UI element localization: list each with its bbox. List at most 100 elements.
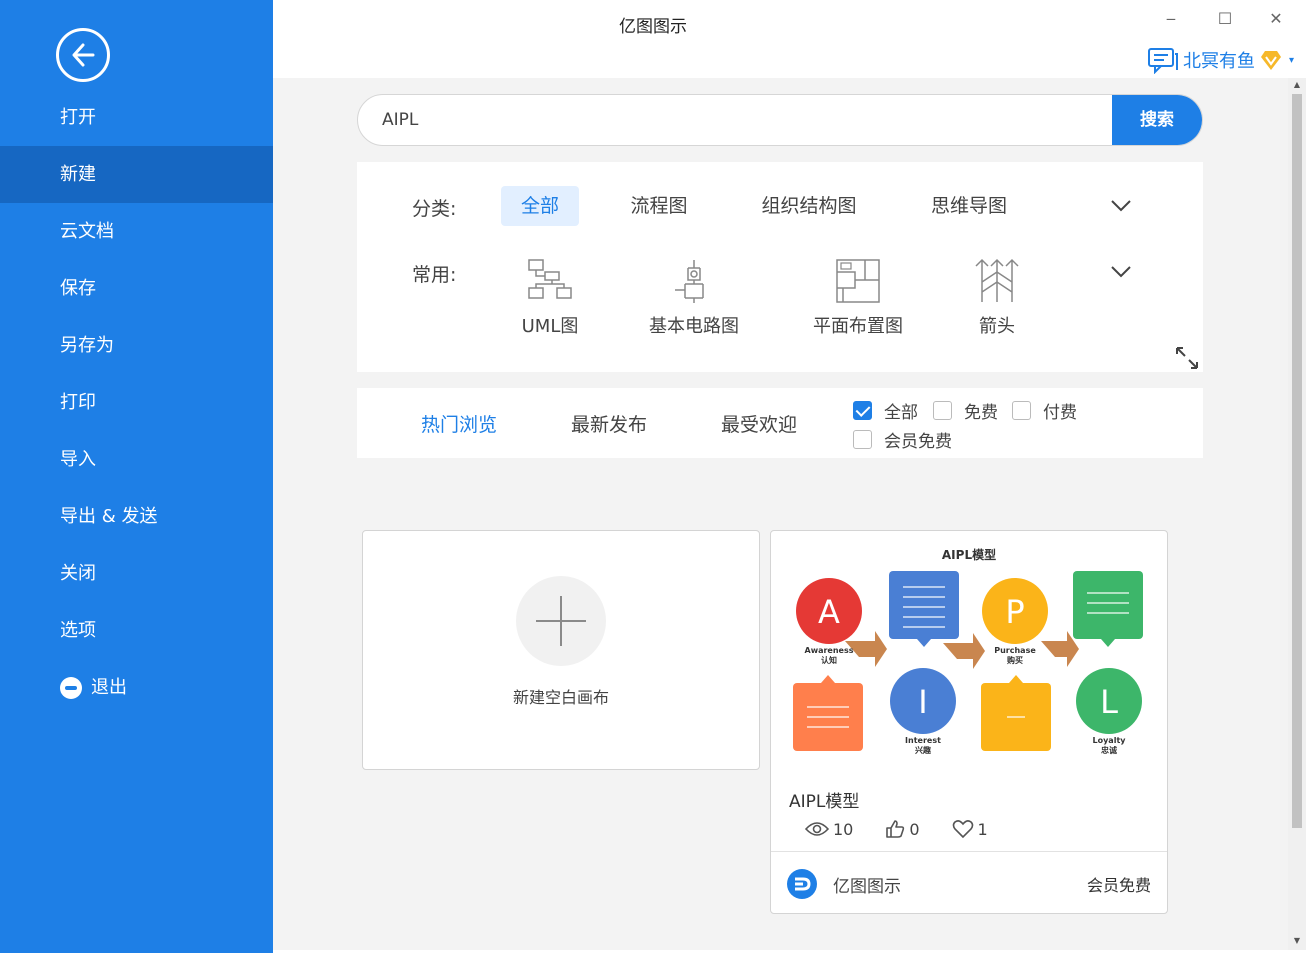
thumb-title: AIPL模型 [942,547,996,562]
search-input[interactable] [358,95,1114,145]
checkbox-label: 全部 [884,403,918,423]
common-item-uml[interactable]: UML图 [513,258,587,338]
maximize-button[interactable]: ☐ [1213,8,1237,30]
scroll-thumb[interactable] [1292,94,1302,828]
checkbox-paid[interactable]: 付费 [1012,398,1077,423]
sort-tab-newest[interactable]: 最新发布 [571,410,647,437]
filter-panel: 分类: 全部 流程图 组织结构图 思维导图 常用: UML图 基本电路图 平面布… [357,162,1203,372]
common-label: 常用: [412,264,457,286]
sidebar-item-save-as[interactable]: 另存为 [0,317,273,374]
template-thumbnail: AIPL模型 A I P L Awareness 认知 Interest 兴趣 … [793,547,1143,755]
category-mind-map[interactable]: 思维导图 [919,186,1019,226]
sidebar-item-label: 导出 & 发送 [60,506,158,527]
new-blank-canvas-label: 新建空白画布 [512,688,609,707]
sidebar-item-label: 打印 [60,392,96,413]
search-bar: 搜索 [357,94,1203,146]
thumb-box-loyalty-desc [1073,571,1143,639]
checkbox-label: 会员免费 [884,432,952,452]
author-name[interactable]: 亿图图示 [833,872,901,897]
svg-text:Interest: Interest [905,736,941,745]
svg-text:Purchase: Purchase [994,646,1036,655]
likes-count: 0 [909,819,920,839]
common-item-floor-plan[interactable]: 平面布置图 [803,258,913,338]
sidebar: 打开 新建 云文档 保存 另存为 打印 导入 导出 & 发送 关闭 选项 退出 [0,0,273,953]
search-button[interactable]: 搜索 [1112,95,1202,145]
views-stat: 10 [805,820,853,839]
svg-text:认知: 认知 [821,655,837,665]
favorites-count: 1 [977,819,988,839]
sidebar-item-export-send[interactable]: 导出 & 发送 [0,488,273,545]
user-name[interactable]: 北冥有鱼 [1183,47,1255,73]
common-item-label: 平面布置图 [813,316,903,337]
chevron-down-icon[interactable]: ▾ [1289,55,1294,66]
heart-icon [952,820,973,839]
vertical-scrollbar[interactable]: ▲ ▼ [1288,78,1306,950]
chevron-down-icon[interactable] [1111,266,1131,278]
expand-icon[interactable] [1175,346,1199,370]
svg-text:兴趣: 兴趣 [915,745,932,755]
sidebar-item-label: 退出 [91,677,127,698]
plus-icon [516,576,606,666]
sidebar-item-new[interactable]: 新建 [0,146,273,203]
checkbox-unchecked[interactable] [853,430,872,449]
checkbox-unchecked[interactable] [933,401,952,420]
svg-text:A: A [818,593,840,631]
edraw-logo-icon [787,869,817,899]
scroll-down-icon[interactable]: ▼ [1292,936,1302,946]
circuit-diagram-icon [675,260,704,303]
template-name[interactable]: AIPL模型 [789,787,859,812]
sidebar-item-print[interactable]: 打印 [0,374,273,431]
sidebar-item-save[interactable]: 保存 [0,260,273,317]
chat-icon [1147,48,1178,74]
scroll-up-icon[interactable]: ▲ [1292,80,1302,90]
views-count: 10 [833,819,854,839]
category-org-chart[interactable]: 组织结构图 [749,186,869,226]
close-button[interactable]: ✕ [1264,8,1288,30]
checkbox-unchecked[interactable] [1012,401,1031,420]
common-item-basic-circuit[interactable]: 基本电路图 [639,258,749,338]
title-bar: 亿图图示 ‒ ☐ ✕ 北冥有鱼 ▾ [273,0,1306,78]
sidebar-item-open[interactable]: 打开 [0,89,273,146]
sort-tab-popular[interactable]: 最受欢迎 [721,410,797,437]
favorites-stat[interactable]: 1 [952,819,988,839]
main-content: 搜索 分类: 全部 流程图 组织结构图 思维导图 常用: UML图 基本电路图 [273,78,1288,950]
sidebar-item-exit[interactable]: 退出 [0,659,273,716]
checkbox-label: 免费 [964,403,998,423]
common-item-label: 箭头 [979,316,1015,337]
svg-text:忠诚: 忠诚 [1101,745,1117,755]
sidebar-item-close[interactable]: 关闭 [0,545,273,602]
likes-stat[interactable]: 0 [885,819,920,839]
svg-text:L: L [1100,683,1118,721]
common-item-label: UML图 [521,316,579,337]
sidebar-item-cloud-docs[interactable]: 云文档 [0,203,273,260]
category-label: 分类: [412,198,457,220]
sidebar-item-import[interactable]: 导入 [0,431,273,488]
checkbox-checked[interactable] [853,401,872,420]
chevron-down-icon[interactable] [1111,200,1131,212]
common-item-arrow[interactable]: 箭头 [967,258,1027,338]
user-area[interactable]: 北冥有鱼 ▾ [1147,46,1294,74]
template-card-aipl[interactable]: AIPL模型 A I P L Awareness 认知 Interest 兴趣 … [770,530,1168,914]
eye-icon [805,822,829,836]
sort-tab-hot[interactable]: 热门浏览 [421,410,497,437]
checkbox-member-free[interactable]: 会员免费 [853,427,952,452]
floor-plan-icon [836,259,880,303]
svg-text:购买: 购买 [1007,655,1023,665]
new-blank-canvas-card[interactable]: 新建空白画布 [362,530,760,770]
sidebar-item-label: 新建 [60,164,96,185]
minimize-button[interactable]: ‒ [1159,8,1183,30]
sidebar-item-label: 保存 [60,278,96,299]
checkbox-all[interactable]: 全部 [853,398,918,423]
sidebar-menu: 打开 新建 云文档 保存 另存为 打印 导入 导出 & 发送 关闭 选项 退出 [0,89,273,716]
minus-circle-icon [60,676,82,699]
checkbox-free[interactable]: 免费 [933,398,998,423]
sidebar-item-options[interactable]: 选项 [0,602,273,659]
template-stats: 10 0 1 [805,819,1020,839]
sort-panel: 热门浏览 最新发布 最受欢迎 全部 免费 付费 会员免费 [357,388,1203,458]
member-free-badge: 会员免费 [1086,876,1151,895]
category-flowchart[interactable]: 流程图 [619,186,699,226]
checkbox-label: 付费 [1043,403,1077,423]
sidebar-item-label: 云文档 [60,221,114,242]
back-arrow-icon[interactable] [56,28,110,82]
category-all[interactable]: 全部 [501,186,579,226]
